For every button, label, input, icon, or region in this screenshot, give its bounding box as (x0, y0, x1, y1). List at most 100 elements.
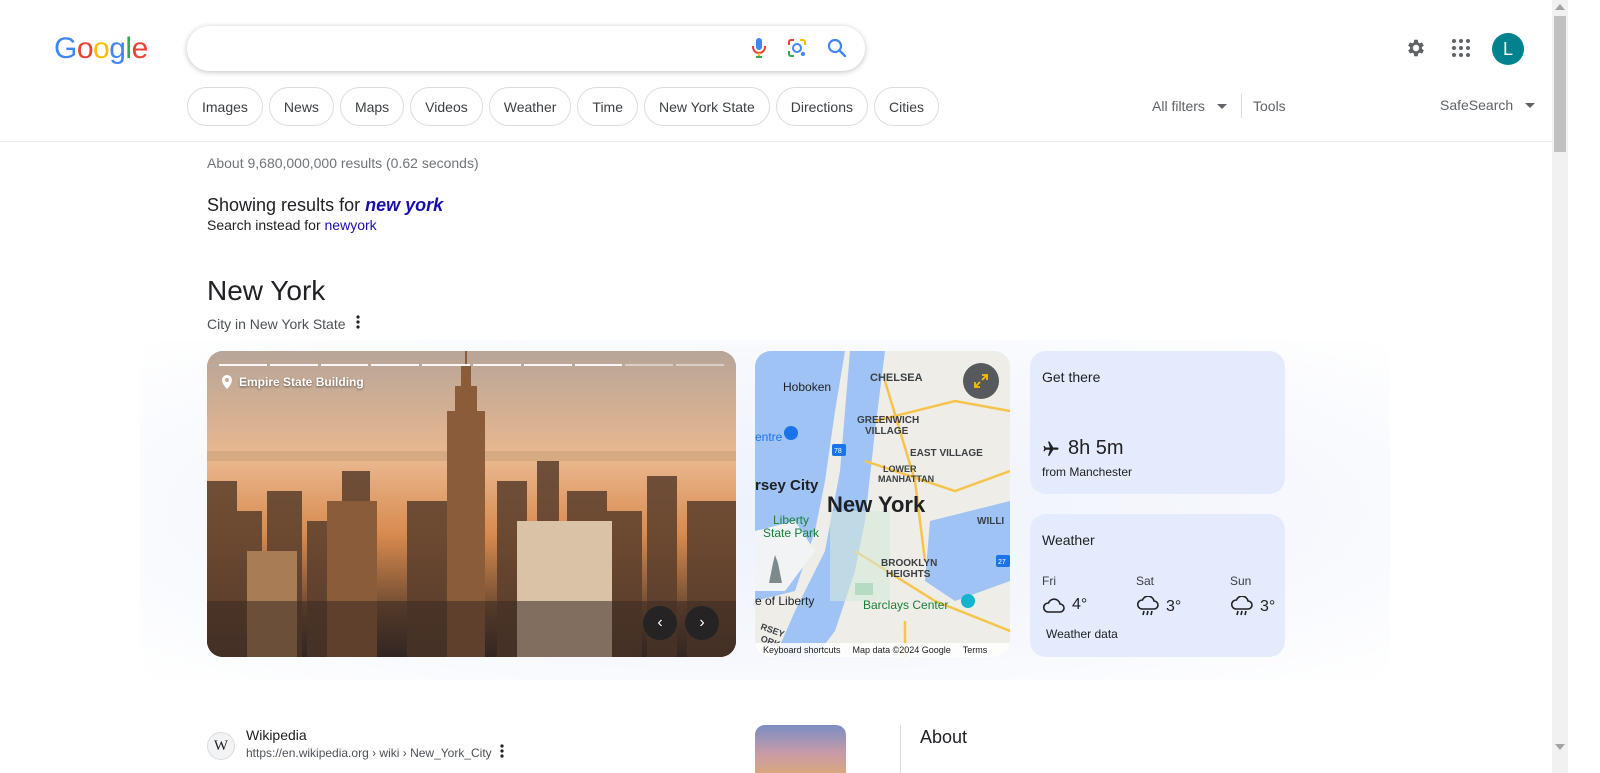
weather-sat: 3° (1136, 596, 1181, 618)
divider (900, 725, 901, 773)
map-label-centre: entre (755, 430, 783, 444)
map-label-willi: WILLI (977, 516, 1004, 527)
weather-title: Weather (1042, 532, 1095, 548)
caret-down-icon (1525, 102, 1536, 108)
search-input[interactable] (207, 36, 737, 60)
terms-link[interactable]: Terms (963, 645, 988, 655)
chip-time[interactable]: Time (577, 87, 638, 126)
safesearch-button[interactable]: SafeSearch (1440, 97, 1536, 113)
more-options-icon[interactable] (355, 315, 360, 332)
header-divider (0, 141, 1552, 142)
map-label-jersey-city: rsey City (755, 477, 819, 494)
chip-maps[interactable]: Maps (339, 87, 405, 126)
tools-button[interactable]: Tools (1253, 98, 1286, 114)
caret-down-icon (1216, 103, 1227, 109)
location-pin-icon (222, 375, 232, 389)
carousel-prev-button[interactable]: ‹ (643, 606, 677, 640)
weather-day-fri: Fri (1042, 574, 1056, 588)
wikipedia-favicon-icon: W (207, 732, 235, 760)
map-label-chelsea: CHELSEA (870, 372, 923, 384)
rain-icon (1136, 596, 1159, 616)
photo-location-label[interactable]: Empire State Building (221, 375, 364, 389)
map-footer: Keyboard shortcuts Map data ©2024 Google… (755, 643, 1010, 657)
map-label-lower: LOWER (883, 464, 917, 474)
search-instead: Search instead for newyork (207, 217, 377, 233)
photo-label-text: Empire State Building (239, 375, 364, 389)
rain-icon (1230, 596, 1253, 616)
microphone-icon[interactable] (747, 36, 771, 60)
chip-news[interactable]: News (268, 87, 334, 126)
weather-card[interactable]: Weather Fri Sat Sun 4° 3° 3° Weather dat… (1030, 514, 1285, 657)
logo-letter: e (131, 32, 149, 65)
about-thumbnail-image[interactable] (755, 725, 846, 773)
search-box (187, 26, 865, 71)
shopping-pin-icon (784, 426, 798, 440)
instead-prefix: Search instead for (207, 217, 321, 233)
original-query-link[interactable]: newyork (325, 217, 377, 233)
corrected-query-link[interactable]: new york (365, 195, 443, 215)
flight-origin: from Manchester (1042, 465, 1133, 479)
result-url[interactable]: https://en.wikipedia.org › wiki › New_Yo… (246, 746, 492, 760)
account-avatar[interactable]: L (1492, 33, 1524, 65)
showing-results-for: Showing results for new york (207, 195, 443, 216)
scroll-up-arrow-icon[interactable] (1555, 4, 1565, 10)
chip-weather[interactable]: Weather (488, 87, 572, 126)
flight-time: 8h 5m (1042, 437, 1124, 460)
map-label-heights: HEIGHTS (886, 569, 931, 580)
map-label-east-village: EAST VILLAGE (910, 448, 983, 459)
expand-icon (974, 374, 988, 388)
more-options-icon[interactable] (500, 744, 504, 763)
result-source-name[interactable]: Wikipedia (246, 727, 307, 743)
weather-day-sat: Sat (1136, 574, 1155, 588)
avatar-letter: L (1502, 38, 1513, 59)
venue-pin-icon (961, 594, 975, 608)
camera-lens-icon[interactable] (785, 36, 809, 60)
scroll-down-arrow-icon[interactable] (1555, 744, 1565, 750)
cloud-icon (1042, 598, 1065, 613)
map-label-greenwich: GREENWICH (857, 415, 919, 426)
map-label-of-liberty: e of Liberty (755, 594, 814, 608)
keyboard-shortcuts-link[interactable]: Keyboard shortcuts (763, 645, 841, 655)
map-label-state-park: State Park (763, 526, 820, 540)
map-label-hoboken: Hoboken (783, 380, 831, 394)
google-logo[interactable]: Google (54, 32, 148, 66)
wiki-letter: W (213, 737, 229, 754)
knowledge-panel-title: New York (207, 275, 326, 306)
shield-27-label: 27 (998, 559, 1006, 566)
map-label-brooklyn: BROOKLYN (881, 558, 937, 569)
chip-new-york-state[interactable]: New York State (644, 87, 770, 126)
weather-day-sun: Sun (1230, 574, 1252, 588)
settings-gear-icon[interactable] (1404, 36, 1428, 60)
divider (1241, 94, 1242, 118)
map-label-new-york: New York (827, 492, 926, 517)
airplane-icon (1043, 441, 1059, 456)
map-expand-button[interactable] (963, 363, 999, 399)
apps-grid-icon[interactable] (1449, 36, 1473, 60)
map-data-attribution: Map data ©2024 Google (852, 645, 951, 655)
chevron-right-icon: › (699, 614, 705, 631)
safesearch-label: SafeSearch (1440, 97, 1514, 113)
all-filters-label: All filters (1152, 98, 1205, 114)
chip-videos[interactable]: Videos (410, 87, 483, 126)
weather-sun: 3° (1230, 596, 1275, 618)
about-heading: About (920, 727, 968, 747)
chevron-left-icon: ‹ (657, 614, 663, 631)
logo-letter: o (76, 32, 94, 65)
photo-carousel[interactable]: Empire State Building ‹ › (207, 351, 736, 657)
entity-type: City in New York State (207, 315, 346, 332)
shield-78-label: 78 (834, 448, 842, 455)
all-filters-button[interactable]: All filters (1152, 98, 1227, 114)
map-preview[interactable]: Hoboken CHELSEA GREENWICH VILLAGE EAST V… (755, 351, 1010, 657)
chip-directions[interactable]: Directions (775, 87, 868, 126)
map-label-manhattan: MANHATTAN (878, 474, 934, 484)
weather-temp-sun: 3° (1260, 598, 1276, 615)
logo-letter: o (93, 32, 110, 65)
scrollbar-thumb[interactable] (1554, 16, 1566, 152)
weather-data-link[interactable]: Weather data (1046, 627, 1118, 641)
map-label-liberty: Liberty (773, 513, 809, 527)
search-icon[interactable] (825, 36, 849, 60)
get-there-card[interactable]: Get there 8h 5m from Manchester (1030, 351, 1285, 494)
chip-cities[interactable]: Cities (873, 87, 939, 126)
chip-images[interactable]: Images (187, 87, 263, 126)
carousel-next-button[interactable]: › (685, 606, 719, 640)
